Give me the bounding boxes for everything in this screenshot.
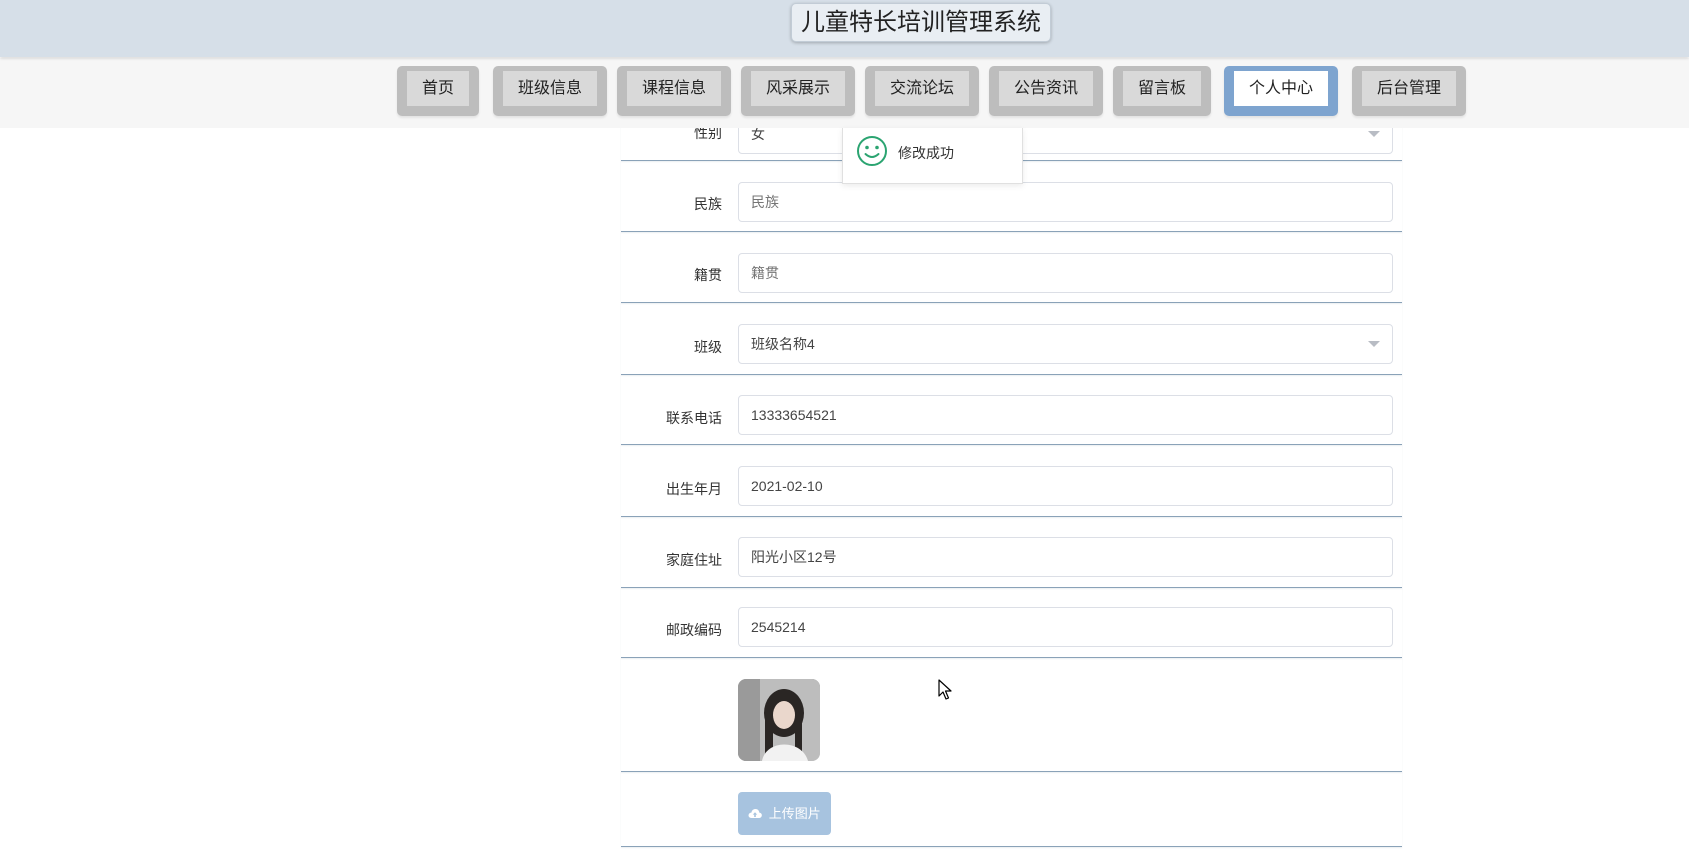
nav-item-personal-center[interactable]: 个人中心 — [1224, 66, 1338, 116]
site-header: 儿童特长培训管理系统 — [0, 0, 1689, 57]
birth-date-input[interactable]: 2021-02-10 — [738, 466, 1393, 506]
nav-item-showcase[interactable]: 风采展示 — [741, 66, 855, 116]
gender-value: 女 — [751, 126, 765, 142]
nav-item-courses[interactable]: 课程信息 — [617, 66, 731, 116]
nav-item-home[interactable]: 首页 — [397, 66, 479, 116]
nav-label: 风采展示 — [751, 71, 845, 106]
nav-label: 首页 — [407, 71, 469, 106]
address-label: 家庭住址 — [666, 552, 722, 568]
nav-label: 留言板 — [1123, 71, 1201, 106]
main-nav: 首页 班级信息 课程信息 风采展示 交流论坛 公告资讯 留言板 个人中心 后台管… — [0, 58, 1689, 128]
nav-item-admin[interactable]: 后台管理 — [1352, 66, 1466, 116]
nav-label: 课程信息 — [627, 71, 721, 106]
upload-image-button[interactable]: 上传图片 — [738, 792, 831, 835]
form-row-phone: 联系电话 13333654521 — [621, 374, 1402, 445]
form-row-address: 家庭住址 阳光小区12号 — [621, 516, 1402, 588]
ethnicity-label: 民族 — [694, 196, 722, 212]
birth-label: 出生年月 — [666, 481, 722, 497]
postcode-label: 邮政编码 — [666, 622, 722, 638]
nav-item-classes[interactable]: 班级信息 — [493, 66, 607, 116]
avatar — [738, 679, 820, 761]
nav-label: 交流论坛 — [875, 71, 969, 106]
address-input[interactable]: 阳光小区12号 — [738, 537, 1393, 577]
chevron-down-icon — [1368, 131, 1380, 137]
cloud-upload-icon — [748, 809, 762, 818]
nav-item-forum[interactable]: 交流论坛 — [865, 66, 979, 116]
success-toast: 修改成功 — [842, 128, 1023, 184]
chevron-down-icon — [1368, 341, 1380, 347]
phone-input[interactable]: 13333654521 — [738, 395, 1393, 435]
nav-label: 后台管理 — [1362, 71, 1456, 106]
form-row-native-place: 籍贯 — [621, 231, 1402, 303]
upload-button-label: 上传图片 — [768, 806, 821, 821]
class-select[interactable]: 班级名称4 — [738, 324, 1393, 364]
smile-icon — [857, 136, 887, 166]
site-title: 儿童特长培训管理系统 — [791, 3, 1051, 42]
nav-label: 班级信息 — [503, 71, 597, 106]
ethnicity-input[interactable] — [738, 182, 1393, 222]
toast-message: 修改成功 — [898, 145, 954, 161]
nav-item-guestbook[interactable]: 留言板 — [1113, 66, 1211, 116]
mouse-cursor-icon — [938, 679, 952, 700]
native-place-input[interactable] — [738, 253, 1393, 293]
class-label: 班级 — [694, 339, 722, 355]
class-value: 班级名称4 — [751, 336, 815, 352]
nav-label: 公告资讯 — [999, 71, 1093, 106]
form-row-birth: 出生年月 2021-02-10 — [621, 444, 1402, 517]
form-row-class: 班级 班级名称4 — [621, 302, 1402, 375]
avatar-photo — [738, 679, 820, 761]
phone-label: 联系电话 — [666, 410, 722, 426]
nav-item-news[interactable]: 公告资讯 — [989, 66, 1103, 116]
nav-label: 个人中心 — [1234, 71, 1328, 106]
native-place-label: 籍贯 — [694, 267, 722, 283]
postcode-input[interactable]: 2545214 — [738, 607, 1393, 647]
form-row-postcode: 邮政编码 2545214 — [621, 587, 1402, 658]
